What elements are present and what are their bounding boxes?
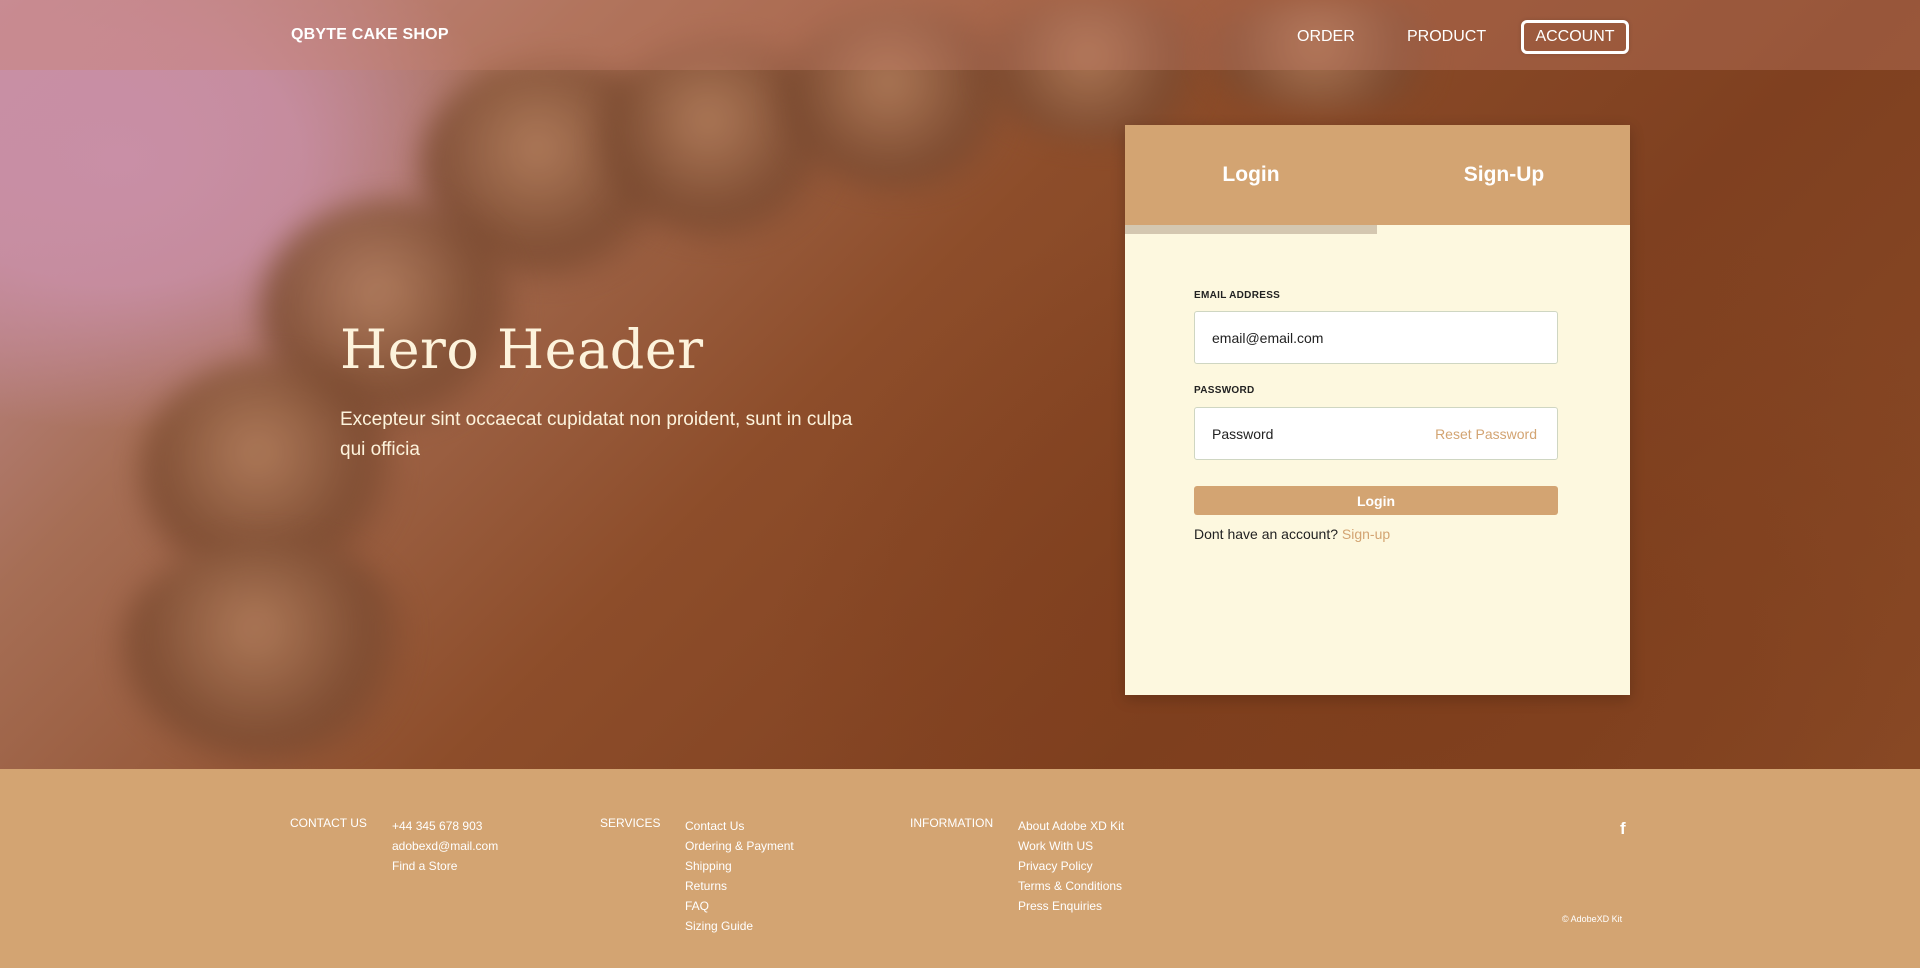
hero-title: Hero Header (340, 318, 704, 381)
footer-link-ordering[interactable]: Ordering & Payment (685, 836, 794, 856)
email-field[interactable]: email@email.com (1194, 311, 1558, 364)
hero-subtitle: Excepteur sint occaecat cupidatat non pr… (340, 409, 853, 460)
reset-password-link[interactable]: Reset Password (1435, 426, 1537, 442)
nav-account-button[interactable]: ACCOUNT (1521, 20, 1629, 54)
footer-link-press[interactable]: Press Enquiries (1018, 896, 1124, 916)
footer-link-work-with-us[interactable]: Work With US (1018, 836, 1124, 856)
tab-login[interactable]: Login (1125, 125, 1377, 225)
footer-link-returns[interactable]: Returns (685, 876, 794, 896)
email-label: EMAIL ADDRESS (1194, 290, 1281, 301)
footer: CONTACT US +44 345 678 903 adobexd@mail.… (0, 769, 1920, 968)
hero-background-image (0, 0, 1920, 769)
password-field[interactable]: Password Reset Password (1194, 407, 1558, 460)
footer-link-privacy[interactable]: Privacy Policy (1018, 856, 1124, 876)
no-account-text: Dont have an account? (1194, 526, 1342, 542)
footer-contact-list: +44 345 678 903 adobexd@mail.com Find a … (392, 816, 498, 876)
footer-contact-heading: CONTACT US (290, 816, 367, 830)
footer-phone[interactable]: +44 345 678 903 (392, 816, 498, 836)
auth-card: Login Sign-Up EMAIL ADDRESS email@email.… (1125, 125, 1630, 695)
auth-tabs: Login Sign-Up (1125, 125, 1630, 225)
copyright-text: © AdobeXD Kit (1562, 914, 1623, 924)
login-button[interactable]: Login (1194, 486, 1558, 515)
footer-link-faq[interactable]: FAQ (685, 896, 794, 916)
footer-link-terms[interactable]: Terms & Conditions (1018, 876, 1124, 896)
top-navbar: QBYTE CAKE SHOP ORDER PRODUCT ACCOUNT (0, 0, 1920, 70)
footer-services-heading: SERVICES (600, 816, 661, 830)
brand-logo[interactable]: QBYTE CAKE SHOP (291, 26, 449, 44)
password-placeholder: Password (1212, 426, 1274, 442)
footer-link-shipping[interactable]: Shipping (685, 856, 794, 876)
nav-product-link[interactable]: PRODUCT (1407, 28, 1486, 46)
nav-order-link[interactable]: ORDER (1297, 28, 1355, 46)
password-label: PASSWORD (1194, 385, 1255, 396)
facebook-icon[interactable]: f (1620, 819, 1626, 839)
tab-signup[interactable]: Sign-Up (1378, 125, 1630, 225)
footer-find-store[interactable]: Find a Store (392, 856, 498, 876)
footer-link-sizing[interactable]: Sizing Guide (685, 916, 794, 936)
signup-link[interactable]: Sign-up (1342, 526, 1390, 542)
footer-link-about[interactable]: About Adobe XD Kit (1018, 816, 1124, 836)
footer-email[interactable]: adobexd@mail.com (392, 836, 498, 856)
footer-information-list: About Adobe XD Kit Work With US Privacy … (1018, 816, 1124, 916)
no-account-prompt: Dont have an account? Sign-up (1194, 526, 1390, 542)
footer-link-contact-us[interactable]: Contact Us (685, 816, 794, 836)
active-tab-indicator (1125, 225, 1377, 234)
footer-information-heading: INFORMATION (910, 816, 994, 830)
footer-services-list: Contact Us Ordering & Payment Shipping R… (685, 816, 794, 936)
email-value: email@email.com (1212, 330, 1324, 346)
